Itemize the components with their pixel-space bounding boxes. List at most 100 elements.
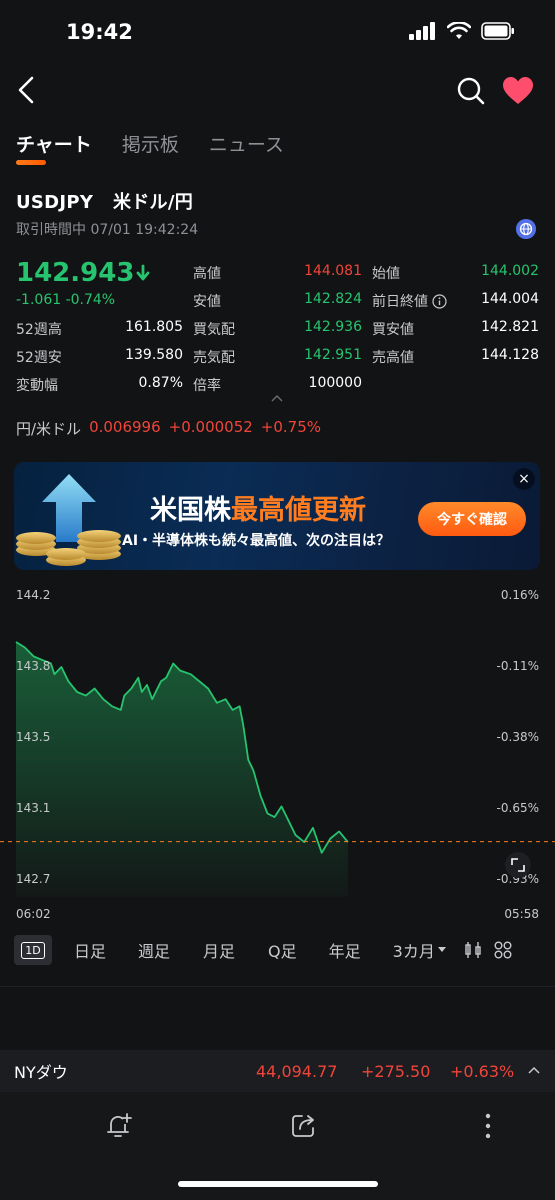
stat-52w-low-label: 52週安 xyxy=(16,350,62,366)
home-indicator xyxy=(178,1181,378,1187)
price-alert-bell-icon[interactable] xyxy=(105,1112,133,1140)
stat-ask-high-value: 144.128 xyxy=(481,347,539,363)
pct-axis-tick-label: -0.38% xyxy=(497,730,539,744)
stat-multiplier-value: 100000 xyxy=(308,375,362,391)
banner-close-icon[interactable]: × xyxy=(513,468,535,490)
stat-high-label: 高値 xyxy=(193,266,221,282)
status-time: 19:42 xyxy=(66,20,133,44)
x-axis-end-label: 05:58 xyxy=(504,907,539,921)
stat-open-label: 始値 xyxy=(372,266,400,282)
tab-board[interactable]: 掲示板 xyxy=(122,130,179,157)
collapse-caret-icon[interactable] xyxy=(271,394,283,402)
y-axis-tick-label: 144.2 xyxy=(16,588,50,602)
period-3month-label: 3カ月 xyxy=(392,942,435,961)
cross-rate-pct: +0.75% xyxy=(260,418,322,436)
y-axis-tick-label: 143.5 xyxy=(16,730,50,744)
tab-chart-label: チャート xyxy=(16,134,92,156)
banner-title-orange: 最高値更新 xyxy=(231,495,366,526)
stat-prev-close-value: 144.004 xyxy=(481,291,539,307)
price-chart[interactable]: 144.2 0.16% 143.8 -0.11% 143.5 -0.38% 143.1 -0.… xyxy=(0,585,555,925)
back-icon[interactable] xyxy=(14,74,40,106)
ticker-price: 44,094.77 xyxy=(256,1061,338,1081)
stat-prev-close: 前日終値 xyxy=(372,291,447,311)
candlestick-icon[interactable] xyxy=(464,941,482,959)
period-3month-dropdown[interactable]: 3カ月 xyxy=(393,938,446,962)
stat-prev-close-label: 前日終値 xyxy=(372,294,428,310)
signal-icon xyxy=(409,22,435,40)
period-1d-label: 1D xyxy=(21,941,45,959)
period-weekly[interactable]: 週足 xyxy=(138,938,170,962)
cross-rate-price: 0.006996 xyxy=(89,418,161,436)
search-icon[interactable] xyxy=(456,76,486,106)
ticker-pct: +0.63% xyxy=(450,1061,515,1081)
stat-low-label: 安値 xyxy=(193,294,221,310)
down-arrow-icon xyxy=(137,264,150,281)
share-icon[interactable] xyxy=(290,1112,318,1140)
stat-range-value: 0.87% xyxy=(138,375,183,391)
y-axis-tick-label: 142.7 xyxy=(16,872,50,886)
period-yearly[interactable]: 年足 xyxy=(329,938,361,962)
stat-ask-high-label: 売高値 xyxy=(372,350,414,366)
period-monthly[interactable]: 月足 xyxy=(203,938,235,962)
stat-bid-label: 買気配 xyxy=(193,322,235,338)
banner-arrow-coins-illustration xyxy=(16,474,121,566)
tab-news[interactable]: ニュース xyxy=(209,130,284,157)
banner-cta-button[interactable]: 今すぐ確認 xyxy=(418,502,526,536)
wifi-icon xyxy=(447,22,471,39)
cross-rate-change: +0.000052 xyxy=(168,418,253,436)
battery-icon xyxy=(481,22,514,40)
instrument-name: 米ドル/円 xyxy=(112,192,194,213)
ticker-name: NYダウ xyxy=(14,1063,68,1082)
stat-ask-value: 142.951 xyxy=(304,347,362,363)
y-axis-tick-label: 143.8 xyxy=(16,659,50,673)
instrument-title: USDJPY 米ドル/円 xyxy=(16,188,193,214)
globe-icon[interactable] xyxy=(516,219,536,239)
pct-axis-tick-label: 0.16% xyxy=(501,588,539,602)
tab-bar: チャート 掲示板 ニュース xyxy=(16,130,284,165)
stat-52w-high-label: 52週高 xyxy=(16,322,62,338)
period-daily[interactable]: 日足 xyxy=(74,938,106,962)
market-ticker-bar[interactable]: NYダウ 44,094.77 +275.50 +0.63% xyxy=(0,1050,555,1092)
status-bar: 19:42 xyxy=(0,0,555,62)
tab-chart[interactable]: チャート xyxy=(16,130,92,165)
banner-title-white: 米国株 xyxy=(150,495,231,526)
fullscreen-icon[interactable] xyxy=(505,852,531,878)
stat-ask-label: 売気配 xyxy=(193,350,235,366)
chart-area-fill xyxy=(16,642,348,897)
stat-multiplier-label: 倍率 xyxy=(193,378,221,394)
stat-52w-high-value: 161.805 xyxy=(125,319,183,335)
ticker-change: +275.50 xyxy=(361,1061,431,1081)
period-1d-button[interactable]: 1D xyxy=(14,935,52,965)
grid-layout-icon[interactable] xyxy=(494,941,512,959)
stat-bid-low-value: 142.821 xyxy=(481,319,539,335)
cross-rate-label: 円/米ドル xyxy=(16,420,82,438)
stat-high-value: 144.081 xyxy=(304,263,362,279)
favorite-heart-icon[interactable] xyxy=(502,76,534,106)
stat-range-label: 変動幅 xyxy=(16,378,58,394)
x-axis-start-label: 06:02 xyxy=(16,907,51,921)
ticker-expand-icon[interactable] xyxy=(528,1066,540,1074)
y-axis-tick-label: 143.1 xyxy=(16,801,50,815)
price-value: 142.943 xyxy=(16,258,135,288)
tab-active-indicator xyxy=(16,160,46,165)
stat-open-value: 144.002 xyxy=(481,263,539,279)
banner-title: 米国株最高値更新 xyxy=(150,488,366,527)
cross-rate-row[interactable]: 円/米ドル 0.006996 +0.000052 +0.75% xyxy=(16,418,321,439)
promo-banner[interactable]: 米国株最高値更新 AI・半導体株も続々最高値、次の注目は？ 今すぐ確認 × xyxy=(14,462,540,570)
stat-bid-low-label: 買安値 xyxy=(372,322,414,338)
info-icon[interactable] xyxy=(432,293,447,309)
stat-low-value: 142.824 xyxy=(304,291,362,307)
instrument-symbol: USDJPY xyxy=(16,192,94,213)
session-status: 取引時間中 07/01 19:42:24 xyxy=(16,222,199,238)
pct-axis-tick-label: -0.11% xyxy=(497,659,539,673)
stat-bid-value: 142.936 xyxy=(304,319,362,335)
period-quarterly[interactable]: Q足 xyxy=(268,938,297,962)
stat-52w-low-value: 139.580 xyxy=(125,347,183,363)
pct-axis-tick-label: -0.65% xyxy=(497,801,539,815)
current-price: 142.943 xyxy=(16,258,150,288)
period-selector: 1D 日足 週足 月足 Q足 年足 3カ月 xyxy=(14,934,544,966)
more-options-icon[interactable] xyxy=(482,1112,494,1140)
price-change: -1.061 -0.74% xyxy=(16,292,116,308)
banner-subtitle: AI・半導体株も続々最高値、次の注目は？ xyxy=(122,533,391,549)
section-divider xyxy=(0,986,555,987)
